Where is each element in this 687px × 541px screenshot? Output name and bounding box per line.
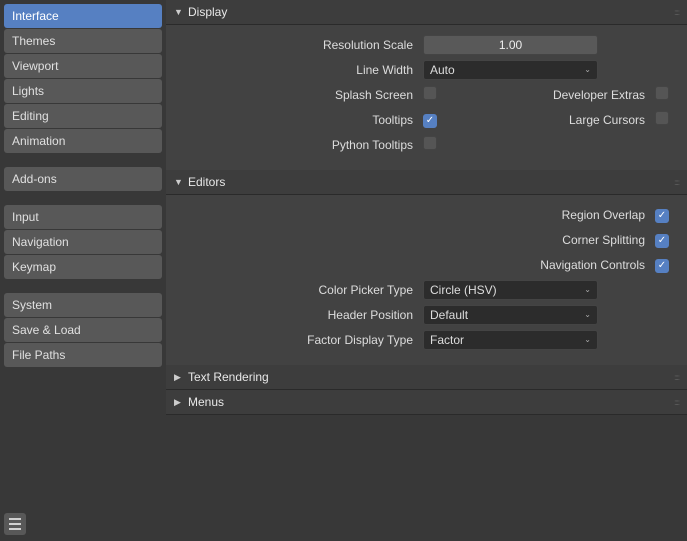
panel-body-display: Resolution Scale 1.00 Line Width Auto⌄ S… — [166, 25, 687, 170]
tooltips-label: Tooltips — [178, 113, 423, 127]
panel-body-editors: Region Overlap Corner Splitting Navigati… — [166, 195, 687, 365]
disclosure-right-icon: ▶ — [174, 372, 184, 383]
line-width-select[interactable]: Auto⌄ — [423, 60, 598, 80]
line-width-label: Line Width — [178, 63, 423, 77]
sidebar-item-viewport[interactable]: Viewport — [4, 54, 162, 78]
sidebar-item-addons[interactable]: Add-ons — [4, 167, 162, 191]
menu-icon[interactable] — [4, 513, 26, 535]
color-picker-select[interactable]: Circle (HSV)⌄ — [423, 280, 598, 300]
sidebar-item-editing[interactable]: Editing — [4, 104, 162, 128]
sidebar-bottom — [4, 513, 162, 537]
header-position-label: Header Position — [178, 308, 423, 322]
region-overlap-checkbox[interactable] — [655, 209, 669, 223]
sidebar-group-1: Add-ons — [4, 167, 162, 191]
nav-controls-label: Navigation Controls — [443, 258, 655, 272]
resolution-scale-field[interactable]: 1.00 — [423, 35, 598, 55]
large-cursors-label: Large Cursors — [443, 113, 655, 127]
main-content: ▼ Display :::: Resolution Scale 1.00 Lin… — [166, 0, 687, 541]
factor-display-label: Factor Display Type — [178, 333, 423, 347]
grip-icon[interactable]: :::: — [674, 178, 679, 187]
panel-title: Display — [188, 5, 227, 19]
sidebar-item-file-paths[interactable]: File Paths — [4, 343, 162, 367]
nav-controls-checkbox[interactable] — [655, 259, 669, 273]
sidebar-item-system[interactable]: System — [4, 293, 162, 317]
panel-title: Menus — [188, 395, 224, 409]
corner-splitting-checkbox[interactable] — [655, 234, 669, 248]
panel-header-display[interactable]: ▼ Display :::: — [166, 0, 687, 25]
sidebar-group-2: Input Navigation Keymap — [4, 205, 162, 279]
header-position-select[interactable]: Default⌄ — [423, 305, 598, 325]
sidebar-item-input[interactable]: Input — [4, 205, 162, 229]
large-cursors-checkbox[interactable] — [655, 111, 669, 125]
dev-extras-label: Developer Extras — [443, 88, 655, 102]
disclosure-down-icon: ▼ — [174, 177, 184, 187]
tooltips-checkbox[interactable] — [423, 114, 437, 128]
disclosure-down-icon: ▼ — [174, 7, 184, 17]
grip-icon[interactable]: :::: — [674, 373, 679, 382]
chevron-down-icon: ⌄ — [584, 61, 591, 79]
sidebar: Interface Themes Viewport Lights Editing… — [0, 0, 166, 541]
panel-title: Text Rendering — [188, 370, 269, 384]
factor-display-select[interactable]: Factor⌄ — [423, 330, 598, 350]
sidebar-group-3: System Save & Load File Paths — [4, 293, 162, 367]
panel-header-text-rendering[interactable]: ▶ Text Rendering :::: — [166, 365, 687, 390]
grip-icon[interactable]: :::: — [674, 8, 679, 17]
splash-label: Splash Screen — [178, 88, 423, 102]
region-overlap-label: Region Overlap — [443, 208, 655, 222]
sidebar-item-themes[interactable]: Themes — [4, 29, 162, 53]
sidebar-group-0: Interface Themes Viewport Lights Editing… — [4, 4, 162, 153]
sidebar-item-keymap[interactable]: Keymap — [4, 255, 162, 279]
grip-icon[interactable]: :::: — [674, 398, 679, 407]
chevron-down-icon: ⌄ — [584, 281, 591, 299]
panel-header-menus[interactable]: ▶ Menus :::: — [166, 390, 687, 415]
python-tooltips-checkbox[interactable] — [423, 136, 437, 150]
sidebar-item-save-load[interactable]: Save & Load — [4, 318, 162, 342]
sidebar-item-navigation[interactable]: Navigation — [4, 230, 162, 254]
chevron-down-icon: ⌄ — [584, 306, 591, 324]
panel-header-editors[interactable]: ▼ Editors :::: — [166, 170, 687, 195]
chevron-down-icon: ⌄ — [584, 331, 591, 349]
sidebar-item-animation[interactable]: Animation — [4, 129, 162, 153]
python-tooltips-label: Python Tooltips — [178, 138, 423, 152]
resolution-scale-label: Resolution Scale — [178, 38, 423, 52]
sidebar-item-lights[interactable]: Lights — [4, 79, 162, 103]
sidebar-item-interface[interactable]: Interface — [4, 4, 162, 28]
dev-extras-checkbox[interactable] — [655, 86, 669, 100]
panel-title: Editors — [188, 175, 225, 189]
disclosure-right-icon: ▶ — [174, 397, 184, 408]
splash-checkbox[interactable] — [423, 86, 437, 100]
color-picker-label: Color Picker Type — [178, 283, 423, 297]
corner-splitting-label: Corner Splitting — [443, 233, 655, 247]
